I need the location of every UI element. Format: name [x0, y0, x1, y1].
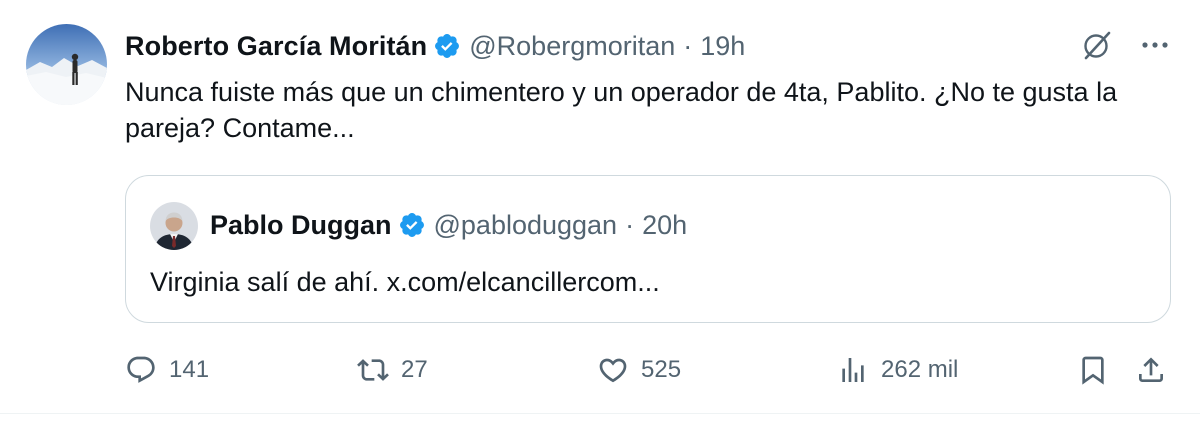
tweet-card[interactable]: Roberto García Moritán @Robergmoritan · …	[0, 0, 1200, 429]
share-button[interactable]	[1135, 348, 1167, 392]
reply-icon	[127, 356, 155, 383]
quoted-timestamp[interactable]: 20h	[642, 210, 687, 241]
bottom-divider	[0, 413, 1200, 414]
tweet-top-actions	[1080, 28, 1170, 67]
quoted-tweet[interactable]: Pablo Duggan @pabloduggan · 20h Virginia…	[125, 175, 1171, 323]
reply-button[interactable]: 141	[125, 348, 209, 392]
quoted-text: Virginia salí de ahí. x.com/elcancillerc…	[150, 267, 660, 297]
separator-dot: ·	[683, 30, 693, 61]
repost-icon	[357, 359, 389, 381]
more-icon[interactable]	[1140, 30, 1170, 65]
tweet-timestamp[interactable]: 19h	[700, 31, 745, 62]
like-count: 525	[641, 356, 682, 383]
repost-button[interactable]: 27	[357, 348, 428, 392]
like-icon	[599, 358, 627, 383]
author-handle[interactable]: @Robergmoritan	[469, 31, 675, 62]
views-count: 262 mil	[881, 356, 959, 383]
bookmark-button[interactable]	[1077, 348, 1109, 392]
like-button[interactable]: 525	[597, 348, 681, 392]
repost-count: 27	[401, 356, 428, 383]
verified-badge-icon[interactable]	[433, 32, 461, 60]
quoted-author-handle[interactable]: @pabloduggan	[434, 210, 618, 241]
grok-icon[interactable]	[1080, 28, 1114, 67]
quoted-author-avatar[interactable]	[150, 202, 198, 250]
share-icon	[1139, 357, 1163, 382]
author-name[interactable]: Roberto García Moritán	[125, 31, 427, 62]
bookmark-icon	[1082, 356, 1104, 385]
reply-count: 141	[169, 356, 210, 383]
tweet-action-bar: 141 27 525 262 mil	[125, 348, 1173, 392]
views-icon	[842, 358, 864, 382]
views-button[interactable]: 262 mil	[837, 348, 958, 392]
tweet-text: Nunca fuiste más que un chimentero y un …	[125, 77, 1118, 143]
author-avatar[interactable]	[26, 24, 107, 105]
verified-badge-icon[interactable]	[398, 211, 426, 239]
quoted-header: Pablo Duggan @pabloduggan · 20h	[210, 206, 687, 244]
quoted-author-name[interactable]: Pablo Duggan	[210, 210, 392, 241]
separator-dot: ·	[625, 209, 635, 240]
tweet-header: Roberto García Moritán @Robergmoritan · …	[125, 26, 745, 66]
